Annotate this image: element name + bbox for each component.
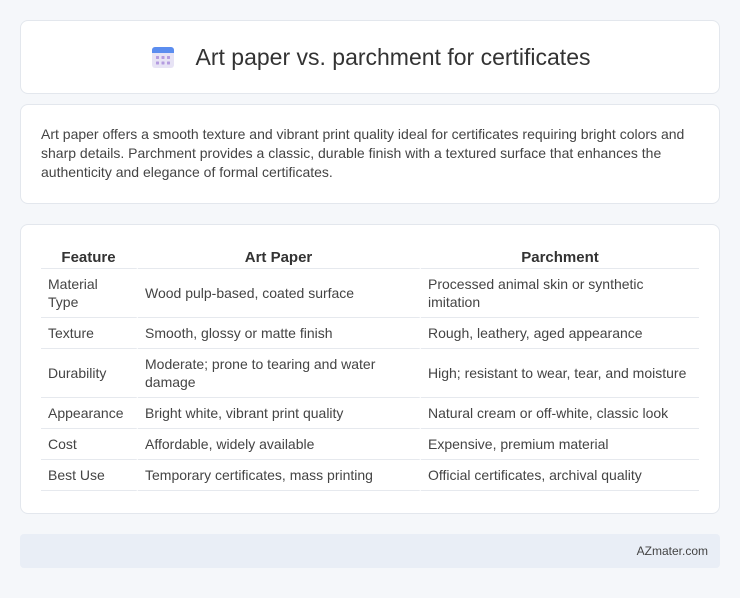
parchment-cell: Processed animal skin or synthetic imita… <box>421 269 699 318</box>
table-row: Cost Affordable, widely available Expens… <box>41 429 699 460</box>
feature-cell: Material Type <box>41 269 138 318</box>
art-paper-cell: Bright white, vibrant print quality <box>138 398 421 429</box>
parchment-cell: Expensive, premium material <box>421 429 699 460</box>
art-paper-cell: Smooth, glossy or matte finish <box>138 318 421 349</box>
table-row: Best Use Temporary certificates, mass pr… <box>41 460 699 491</box>
comparison-card: Feature Art Paper Parchment Material Typ… <box>20 224 720 514</box>
feature-cell: Cost <box>41 429 138 460</box>
parchment-cell: High; resistant to wear, tear, and moist… <box>421 349 699 398</box>
parchment-cell: Natural cream or off-white, classic look <box>421 398 699 429</box>
art-paper-cell: Moderate; prone to tearing and water dam… <box>138 349 421 398</box>
comparison-table: Feature Art Paper Parchment Material Typ… <box>41 245 699 491</box>
feature-cell: Texture <box>41 318 138 349</box>
title-card: Art paper vs. parchment for certificates <box>20 20 720 94</box>
intro-card: Art paper offers a smooth texture and vi… <box>20 104 720 204</box>
page-title: Art paper vs. parchment for certificates <box>195 43 591 70</box>
intro-paragraph: Art paper offers a smooth texture and vi… <box>41 126 685 180</box>
table-row: Texture Smooth, glossy or matte finish R… <box>41 318 699 349</box>
art-paper-cell: Affordable, widely available <box>138 429 421 460</box>
header-feature: Feature <box>41 245 138 269</box>
art-paper-cell: Wood pulp-based, coated surface <box>138 269 421 318</box>
footer-brand: AZmater.com <box>636 544 708 558</box>
table-row: Material Type Wood pulp-based, coated su… <box>41 269 699 318</box>
parchment-cell: Official certificates, archival quality <box>421 460 699 491</box>
table-header-row: Feature Art Paper Parchment <box>41 245 699 269</box>
footer-bar: AZmater.com <box>20 534 720 568</box>
header-art-paper: Art Paper <box>138 245 421 269</box>
table-row: Durability Moderate; prone to tearing an… <box>41 349 699 398</box>
feature-cell: Durability <box>41 349 138 398</box>
table-row: Appearance Bright white, vibrant print q… <box>41 398 699 429</box>
feature-cell: Best Use <box>41 460 138 491</box>
calendar-icon <box>151 47 174 68</box>
header-parchment: Parchment <box>421 245 699 269</box>
art-paper-cell: Temporary certificates, mass printing <box>138 460 421 491</box>
parchment-cell: Rough, leathery, aged appearance <box>421 318 699 349</box>
feature-cell: Appearance <box>41 398 138 429</box>
